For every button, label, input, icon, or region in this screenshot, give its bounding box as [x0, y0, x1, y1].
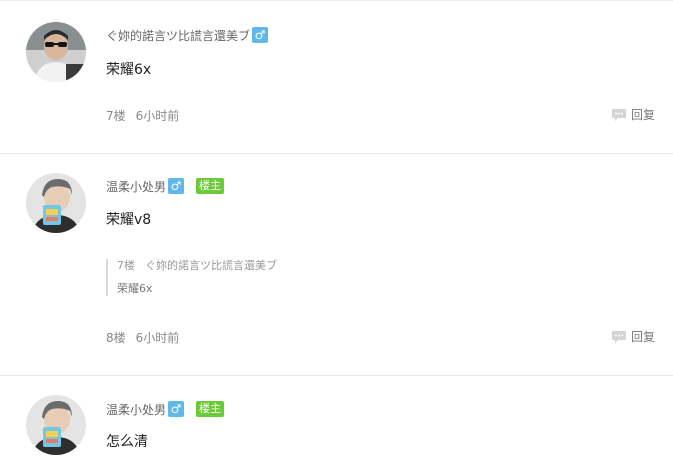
post-meta: 8楼 6小时前 [106, 329, 179, 346]
post-content: 荣耀6x [106, 62, 152, 78]
male-icon: ♂ [252, 27, 269, 43]
male-icon: ♂ [168, 178, 185, 194]
post-divider [0, 375, 673, 376]
reply-button[interactable]: 回复 [611, 106, 655, 123]
username[interactable]: ぐ妳的諾言ツ比謊言還美ブ [106, 27, 250, 44]
top-divider [0, 0, 673, 1]
username[interactable]: 温柔小处男 [106, 401, 166, 418]
reply-label: 回复 [630, 330, 655, 344]
post-time: 6小时前 [135, 331, 180, 345]
post-meta: 7楼 6小时前 [106, 107, 179, 124]
user-avatar[interactable] [26, 22, 86, 82]
user-avatar[interactable] [26, 173, 86, 233]
comment-icon [611, 108, 626, 121]
username-row: 温柔小处男 ♂ 楼主 [106, 177, 225, 195]
reply-label: 回复 [630, 108, 655, 122]
comment-icon [611, 330, 626, 343]
quote-username[interactable]: ぐ妳的諾言ツ比謊言還美ブ [145, 259, 277, 272]
quoted-reply: 7楼 ぐ妳的諾言ツ比謊言還美ブ 荣耀6x [106, 259, 417, 296]
op-badge: 楼主 [196, 178, 225, 194]
username-row: ぐ妳的諾言ツ比謊言還美ブ ♂ [106, 26, 269, 44]
floor-number: 7楼 [106, 109, 126, 123]
post-divider [0, 153, 673, 154]
floor-number: 8楼 [106, 331, 126, 345]
post-time: 6小时前 [135, 109, 180, 123]
reply-button[interactable]: 回复 [611, 328, 655, 345]
user-avatar[interactable] [26, 395, 86, 455]
post-content: 怎么清 [106, 434, 148, 450]
username[interactable]: 温柔小处男 [106, 178, 166, 195]
quote-text: 荣耀6x [117, 282, 153, 295]
quote-floor: 7楼 [117, 259, 135, 272]
post-content: 荣耀v8 [106, 212, 152, 228]
username-row: 温柔小处男 ♂ 楼主 [106, 400, 225, 418]
op-badge: 楼主 [196, 401, 225, 417]
male-icon: ♂ [168, 401, 185, 417]
